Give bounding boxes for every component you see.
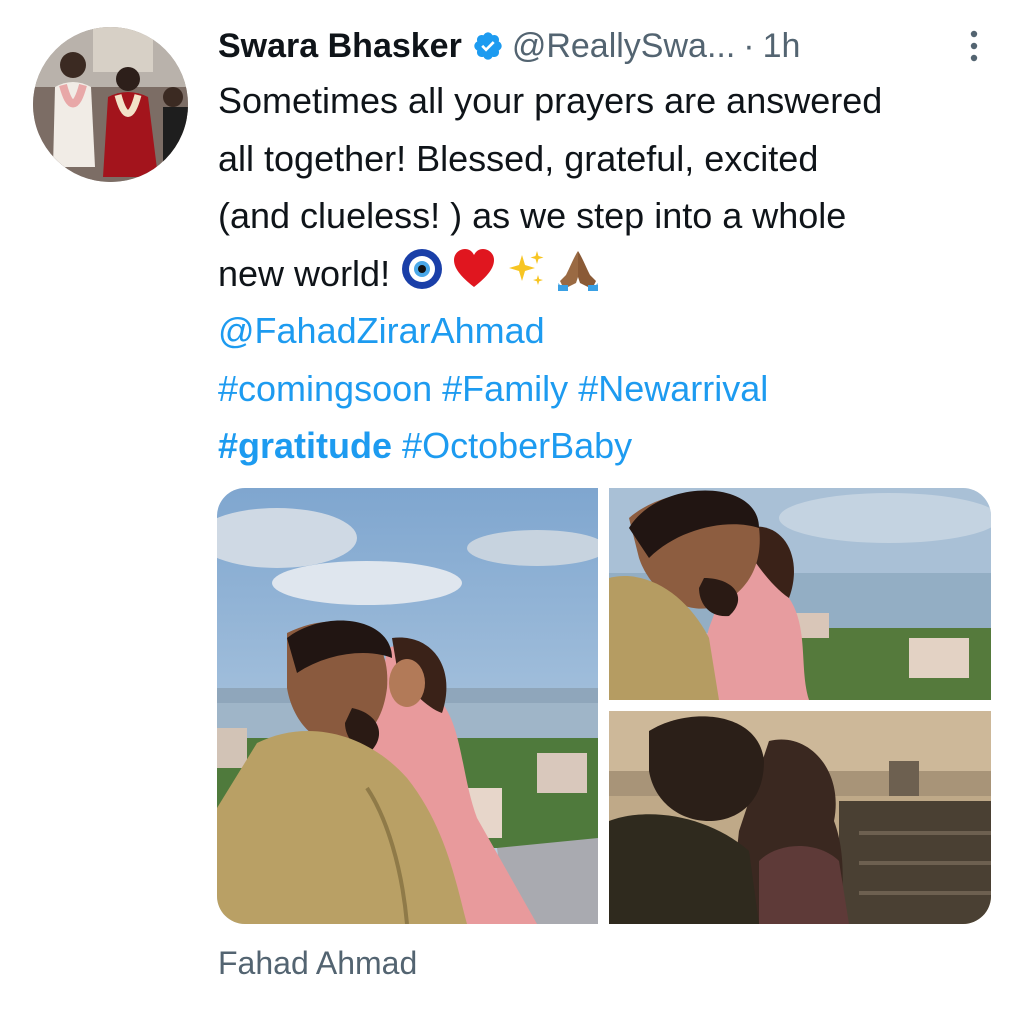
tweet-timestamp[interactable]: 1h — [763, 27, 801, 66]
mention-line: @FahadZirarAhmad — [218, 302, 1008, 360]
photo-couple-silhouette[interactable] — [609, 711, 991, 924]
verified-badge-icon — [474, 32, 502, 60]
photo-couple-terrace[interactable] — [217, 488, 598, 924]
red-heart-icon — [454, 248, 495, 287]
tweet-header: Swara Bhasker @ReallySwa... · 1h — [218, 22, 994, 70]
media-grid — [217, 488, 991, 924]
hashtag-link[interactable]: #gratitude — [218, 425, 392, 466]
separator-dot: · — [743, 26, 755, 65]
tweet-text-line-with-emojis: new world! — [218, 245, 1008, 303]
tweet-text-line: (and clueless! ) as we step into a whole — [218, 195, 847, 236]
hashtag-link[interactable]: #Newarrival — [578, 368, 768, 409]
tweet-text: Sometimes all your prayers are answered … — [218, 72, 1008, 475]
mention-link[interactable]: @FahadZirarAhmad — [218, 310, 545, 351]
photo-image — [609, 711, 991, 924]
tagged-user-link[interactable]: Fahad Ahmad — [218, 945, 417, 982]
hashtag-link[interactable]: #comingsoon — [218, 368, 432, 409]
photo-couple-closeup[interactable] — [609, 488, 991, 700]
nazar-amulet-icon — [402, 248, 443, 289]
hashtag-link[interactable]: #OctoberBaby — [402, 425, 632, 466]
hashtags-line: #comingsoon #Family #Newarrival — [218, 360, 1008, 418]
author-name[interactable]: Swara Bhasker — [218, 27, 462, 66]
tweet-text-line: Sometimes all your prayers are answered — [218, 80, 883, 121]
tweet-text-line: all together! Blessed, grateful, excited — [218, 137, 819, 179]
folded-hands-icon — [558, 250, 599, 291]
tweet-text-segment: new world! — [218, 252, 391, 294]
vertical-ellipsis-icon — [970, 30, 978, 62]
hashtags-line: #gratitude #OctoberBaby — [218, 417, 1008, 475]
author-handle[interactable]: @ReallySwa... — [512, 27, 735, 66]
photo-image — [217, 488, 598, 924]
hashtag-link[interactable]: #Family — [442, 368, 568, 409]
avatar-photo — [33, 27, 188, 182]
photo-image — [609, 488, 991, 700]
more-options-button[interactable] — [954, 26, 994, 66]
sparkles-icon — [509, 250, 544, 285]
avatar[interactable] — [33, 27, 188, 182]
